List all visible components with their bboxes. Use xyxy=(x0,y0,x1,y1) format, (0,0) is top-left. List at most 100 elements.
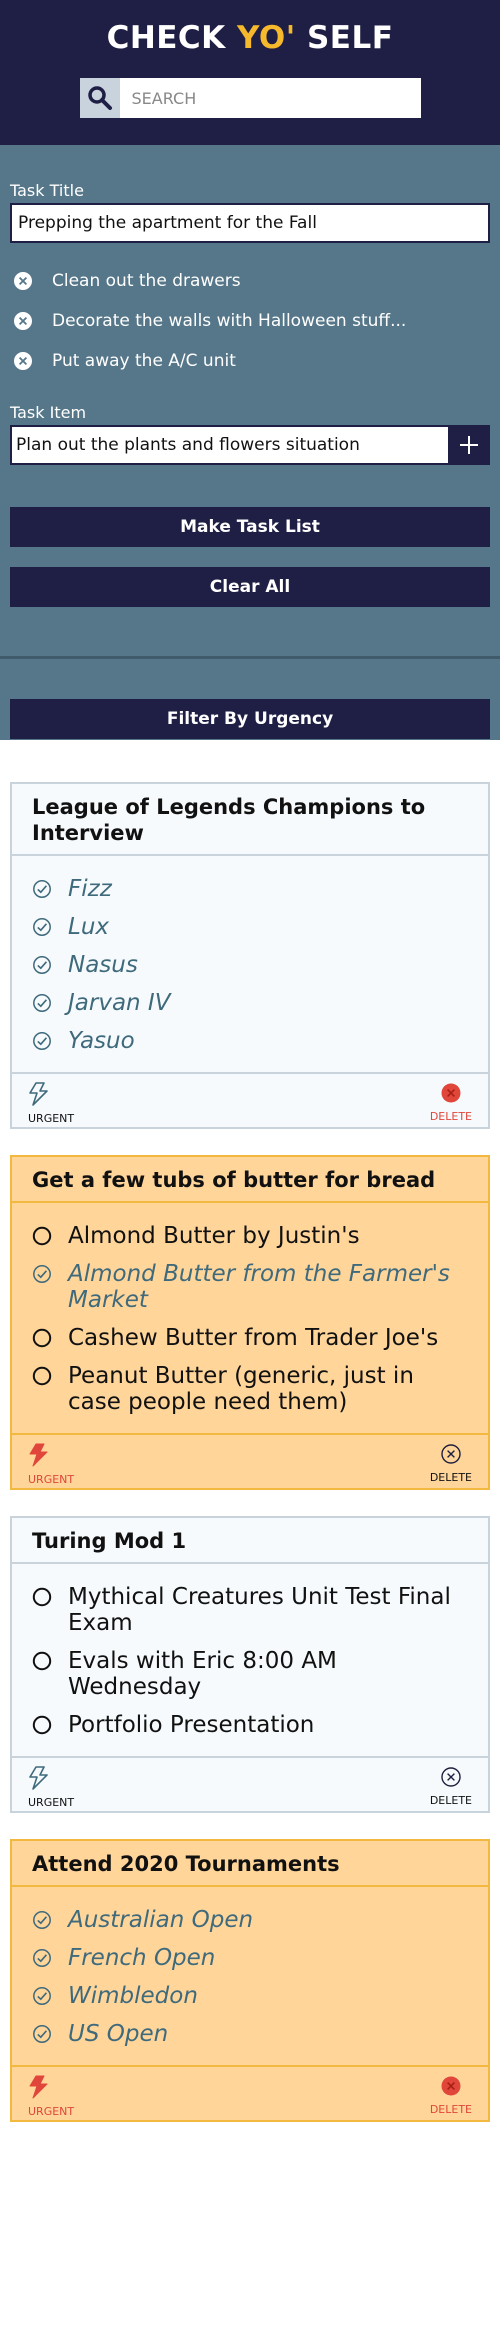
card-title: Attend 2020 Tournaments xyxy=(12,1841,488,1887)
draft-item: Clean out the drawers xyxy=(10,261,490,301)
task-item: Wimbledon xyxy=(12,1977,488,2015)
delete-label: DELETE xyxy=(429,1471,472,1484)
task-card: Get a few tubs of butter for bread Almon… xyxy=(10,1155,490,1490)
circle-check-icon[interactable] xyxy=(32,1948,52,1968)
app-title-post: SELF xyxy=(295,20,394,56)
circle-check-icon[interactable] xyxy=(32,1031,52,1051)
card-title: Get a few tubs of butter for bread xyxy=(12,1157,488,1203)
red-circle-x-icon xyxy=(440,1082,462,1111)
delete-label: DELETE xyxy=(429,1110,472,1123)
task-item-text: Fizz xyxy=(68,876,112,902)
task-item-text: French Open xyxy=(68,1945,216,1971)
app-title-pre: CHECK xyxy=(106,20,237,56)
urgent-label: URGENT xyxy=(28,1473,75,1486)
circle-x-icon[interactable] xyxy=(13,311,33,331)
task-item-text: Evals with Eric 8:00 AM Wednesday xyxy=(68,1648,337,1700)
delete-button[interactable]: DELETE xyxy=(430,2075,472,2116)
circle-check-icon[interactable] xyxy=(32,955,52,975)
card-title: League of Legends Champions to Interview xyxy=(12,784,488,856)
circle-check-icon[interactable] xyxy=(32,879,52,899)
delete-button[interactable]: DELETE xyxy=(430,1443,472,1484)
lightning-icon xyxy=(28,1766,50,1797)
card-body: Almond Butter by Justin's Almond Butter … xyxy=(12,1203,488,1433)
task-form: Task Title Prepping the apartment for th… xyxy=(0,145,500,740)
circle-check-icon[interactable] xyxy=(32,1910,52,1930)
task-item: Nasus xyxy=(12,946,488,984)
task-title-label: Task Title xyxy=(10,181,84,200)
urgent-label: URGENT xyxy=(28,1796,75,1809)
task-card: Turing Mod 1 Mythical Creatures Unit Tes… xyxy=(10,1516,490,1813)
task-item-text: Wimbledon xyxy=(68,1983,198,2009)
delete-button[interactable]: DELETE xyxy=(430,1082,472,1123)
task-item-text: US Open xyxy=(68,2021,169,2047)
circle-check-icon[interactable] xyxy=(32,1264,52,1284)
task-item-text: Mythical Creatures Unit Test Final Exam xyxy=(68,1584,451,1636)
add-item-button[interactable] xyxy=(448,425,490,465)
task-item: Cashew Butter from Trader Joe's xyxy=(12,1319,488,1357)
task-card: Attend 2020 Tournaments Australian Open … xyxy=(10,1839,490,2122)
empty-circle-icon[interactable] xyxy=(32,1366,52,1386)
empty-circle-icon[interactable] xyxy=(32,1587,52,1607)
task-item: Yasuo xyxy=(12,1022,488,1060)
urgent-label: URGENT xyxy=(28,1112,75,1125)
task-item: French Open xyxy=(12,1939,488,1977)
circle-check-icon[interactable] xyxy=(32,2024,52,2044)
task-item: Fizz xyxy=(12,870,488,908)
card-footer: URGENT DELETE xyxy=(12,1072,488,1127)
empty-circle-icon[interactable] xyxy=(32,1328,52,1348)
task-item: Peanut Butter (generic, just in case peo… xyxy=(12,1357,488,1421)
circle-x-icon xyxy=(440,1766,462,1795)
task-item: Mythical Creatures Unit Test Final Exam xyxy=(12,1578,488,1642)
app-header: CHECK YO' SELF xyxy=(0,0,500,145)
task-item-text: Yasuo xyxy=(68,1028,135,1054)
circle-check-icon[interactable] xyxy=(32,1986,52,2006)
circle-check-icon[interactable] xyxy=(32,917,52,937)
lightning-icon xyxy=(28,2075,50,2106)
task-card: League of Legends Champions to Interview… xyxy=(10,782,490,1129)
draft-item-text: Decorate the walls with Halloween stuff.… xyxy=(52,311,407,331)
task-item-input[interactable]: Plan out the plants and flowers situatio… xyxy=(10,425,448,465)
plus-icon xyxy=(460,436,478,454)
search-bar xyxy=(79,78,421,118)
magnifier-icon[interactable] xyxy=(79,78,120,118)
search-input[interactable] xyxy=(119,78,421,118)
lightning-icon xyxy=(28,1443,50,1474)
delete-label: DELETE xyxy=(429,1794,472,1807)
card-title: Turing Mod 1 xyxy=(12,1518,488,1564)
circle-check-icon[interactable] xyxy=(32,993,52,1013)
card-body: Fizz Lux Nasus Jarvan IV Yasuo xyxy=(12,856,488,1072)
draft-item-text: Clean out the drawers xyxy=(52,271,241,291)
task-item-text: Australian Open xyxy=(68,1907,254,1933)
lightning-icon xyxy=(28,1082,50,1113)
card-body: Mythical Creatures Unit Test Final Exam … xyxy=(12,1564,488,1756)
empty-circle-icon[interactable] xyxy=(32,1715,52,1735)
urgent-button[interactable]: URGENT xyxy=(28,2075,74,2118)
urgent-button[interactable]: URGENT xyxy=(28,1443,74,1486)
filter-by-urgency-button[interactable]: Filter By Urgency xyxy=(10,699,490,739)
task-item: Lux xyxy=(12,908,488,946)
task-item: Australian Open xyxy=(12,1901,488,1939)
make-task-list-button[interactable]: Make Task List xyxy=(10,507,490,547)
task-item: Almond Butter from the Farmer's Market xyxy=(12,1255,488,1319)
circle-x-icon xyxy=(440,1443,462,1472)
urgent-button[interactable]: URGENT xyxy=(28,1766,74,1809)
task-item: Portfolio Presentation xyxy=(12,1706,488,1744)
task-item-text: Almond Butter by Justin's xyxy=(68,1223,360,1249)
red-circle-x-icon xyxy=(440,2075,462,2104)
circle-x-icon[interactable] xyxy=(13,271,33,291)
empty-circle-icon[interactable] xyxy=(32,1226,52,1246)
urgent-label: URGENT xyxy=(28,2105,75,2118)
task-item-label: Task Item xyxy=(10,403,87,422)
card-body: Australian Open French Open Wimbledon US… xyxy=(12,1887,488,2065)
draft-item: Decorate the walls with Halloween stuff.… xyxy=(10,301,490,341)
circle-x-icon[interactable] xyxy=(13,351,33,371)
task-card-list: League of Legends Champions to Interview… xyxy=(0,740,500,2122)
clear-all-button[interactable]: Clear All xyxy=(10,567,490,607)
task-item-text: Cashew Butter from Trader Joe's xyxy=(68,1325,439,1351)
task-item-text: Nasus xyxy=(68,952,138,978)
empty-circle-icon[interactable] xyxy=(32,1651,52,1671)
task-title-input[interactable]: Prepping the apartment for the Fall xyxy=(10,203,490,243)
delete-label: DELETE xyxy=(429,2103,472,2116)
delete-button[interactable]: DELETE xyxy=(430,1766,472,1807)
urgent-button[interactable]: URGENT xyxy=(28,1082,74,1125)
